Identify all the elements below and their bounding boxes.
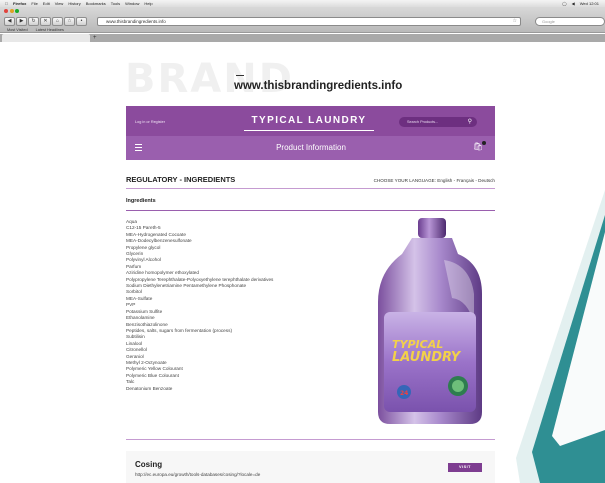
stop-button[interactable]: ✕ [40,17,51,26]
divider [126,439,495,440]
menu-file[interactable]: File [31,1,37,6]
rss-button[interactable]: • [76,17,87,26]
window-controls [4,9,21,13]
logo-underline [244,130,374,131]
menu-edit[interactable]: Edit [43,1,50,6]
browser-search-placeholder: Google [542,19,555,24]
menu-bookmarks[interactable]: Bookmarks [86,1,106,6]
forward-button[interactable]: ▶ [16,17,27,26]
site-nav-bar: Product Information 🛍 [126,136,495,160]
menu-help[interactable]: Help [144,1,152,6]
search-icon[interactable]: ⚲ [468,117,472,127]
page-title: REGULATORY - INGREDIENTS [126,175,236,184]
star-icon[interactable]: ☆ [513,18,517,25]
login-register-link[interactable]: Log in or Register [135,120,165,124]
shop-logo[interactable]: TYPICAL LAUNDRY [244,115,374,126]
close-window-icon[interactable] [4,9,8,13]
bookmark-button[interactable]: ☆ [64,17,75,26]
browser-toolbar: ◀ ▶ ↻ ✕ ⌂ ☆ • www.thisbrandingredients.i… [0,7,605,33]
app-menu[interactable]: Firefox [13,1,26,6]
bottle-label-laundry: LAUNDRY [392,350,462,365]
menu-tools[interactable]: Tools [111,1,120,6]
browser-search-input[interactable]: Google [535,17,605,26]
volume-icon[interactable]: ◀ [572,1,575,6]
language-selector[interactable]: CHOOSE YOUR LANGUAGE: English - Français… [336,178,495,183]
ingredients-list: Aqua C12-15 Pareth-5 MEA-Hydrogenated Coco… [126,219,273,392]
zoom-window-icon[interactable] [15,9,19,13]
back-button[interactable]: ◀ [4,17,15,26]
navigation-buttons: ◀ ▶ ↻ ✕ ⌂ ☆ • [4,17,88,26]
product-bottle-image: TYPICAL LAUNDRY 24 [378,218,482,424]
brand-dash [236,75,244,76]
site-url-heading: www.thisbrandingredients.info [234,80,403,92]
ingredient-item: Denatonium Benzoate [126,385,173,391]
site-header: Log in or Register TYPICAL LAUNDRY Searc… [126,106,495,136]
new-tab-button[interactable]: + [93,34,97,42]
url-text: www.thisbrandingredients.info [106,19,166,24]
menu-history[interactable]: History [68,1,80,6]
menu-icon[interactable] [135,144,142,153]
menu-window[interactable]: Window [125,1,139,6]
product-search-placeholder: Search Products... [407,120,439,124]
cosing-card: Cosing http://ec.europa.eu/growth/tools-… [126,451,495,483]
visit-button[interactable]: VISIT [448,463,482,472]
wifi-icon[interactable]: ◯ [562,1,566,6]
cart-badge [482,141,486,145]
divider [126,188,495,189]
url-bar[interactable]: www.thisbrandingredients.info ☆ [97,17,521,26]
product-search-input[interactable]: Search Products... ⚲ [399,117,477,127]
home-button[interactable]: ⌂ [52,17,63,26]
menu-view[interactable]: View [55,1,64,6]
screen:  Firefox File Edit View History Bookmar… [0,0,605,483]
clock[interactable]: Wed 12:01 [580,1,599,6]
bottle-badge: 24 [400,390,408,397]
apple-icon[interactable]:  [5,1,8,6]
cosing-title: Cosing [135,460,163,469]
section-title: Product Information [276,143,346,152]
decorative-device-edge [516,190,605,483]
bookmark-most-visited[interactable]: Most Visited [7,28,28,32]
tab-strip: + [0,34,605,42]
cosing-url[interactable]: http://ec.europa.eu/growth/tools-databas… [135,472,260,477]
os-menubar:  Firefox File Edit View History Bookmar… [0,0,605,7]
divider [126,210,495,211]
bookmark-latest-headlines[interactable]: Latest Headlines [36,28,64,32]
brand-watermark: BRAND [125,56,294,102]
bookmarks-bar: Most Visited Latest Headlines [7,28,72,32]
ingredients-heading: Ingredients [126,198,156,204]
tab-active[interactable] [2,34,90,42]
minimize-window-icon[interactable] [9,9,14,13]
reload-button[interactable]: ↻ [28,17,39,26]
